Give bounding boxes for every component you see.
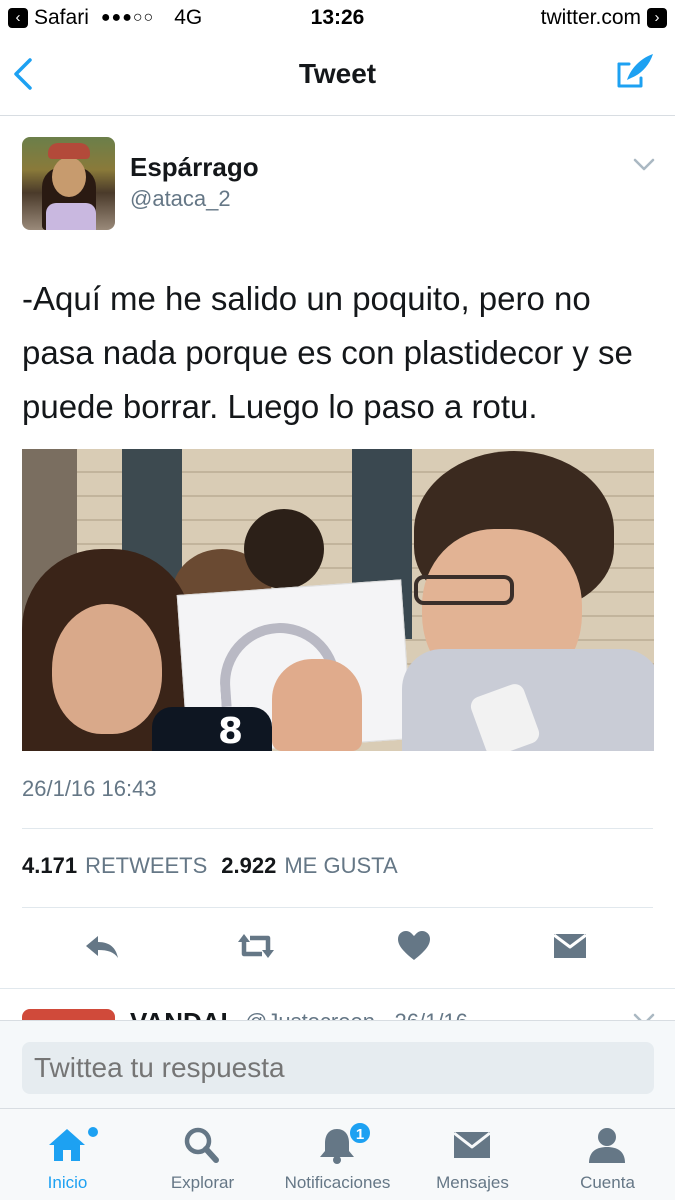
direct-message-icon[interactable] [550, 926, 590, 966]
reply-bar [0, 1020, 675, 1108]
tab-label: Cuenta [580, 1173, 635, 1192]
open-site-icon[interactable]: › [647, 8, 667, 28]
tweet-timestamp: 26/1/16 16:43 [22, 776, 157, 801]
next-tweet-meta: @Justocreen · 26/1/16 [245, 1009, 468, 1020]
photo-woman-face [52, 604, 162, 734]
tab-cuenta[interactable]: Cuenta [540, 1109, 675, 1200]
tweet-photo[interactable]: 8 [22, 449, 654, 751]
retweets-count: 4.171 [22, 853, 78, 878]
tab-label: Mensajes [436, 1173, 509, 1192]
tab-bar: Inicio Explorar 1 Notificaciones Mensaje… [0, 1108, 675, 1200]
reply-icon[interactable] [82, 926, 122, 966]
new-content-dot [88, 1127, 98, 1137]
heart-icon[interactable] [394, 926, 434, 966]
next-tweet-avatar[interactable] [22, 1009, 115, 1020]
retweets-stat[interactable]: 4.171 RETWEETS [22, 853, 207, 879]
avatar-shirt [46, 203, 96, 230]
home-icon [49, 1129, 85, 1161]
status-bar: ‹ Safari ●●●○○ 4G 13:26 twitter.com › [0, 0, 675, 36]
compose-tweet-icon[interactable] [613, 50, 657, 94]
site-label[interactable]: twitter.com [541, 6, 641, 30]
back-chevron-icon[interactable] [10, 54, 40, 94]
author-handle[interactable]: @ataca_2 [130, 186, 231, 212]
tweet-text: -Aquí me he salido un poquito, pero no p… [22, 280, 633, 425]
chevron-down-icon[interactable] [633, 158, 655, 172]
search-icon [184, 1127, 219, 1163]
nav-bar: Tweet [0, 36, 675, 116]
envelope-icon [453, 1131, 491, 1158]
tab-label: Inicio [47, 1173, 88, 1192]
photo-hand [272, 659, 362, 751]
likes-count: 2.922 [221, 853, 277, 878]
person-icon [589, 1128, 625, 1163]
tab-inicio[interactable]: Inicio [0, 1109, 135, 1200]
retweet-icon[interactable] [236, 926, 276, 966]
tab-explorar[interactable]: Explorar [135, 1109, 270, 1200]
avatar-bandana [48, 143, 90, 159]
author-name[interactable]: Espárrago [130, 152, 259, 183]
divider [22, 907, 653, 908]
photo-background-person [244, 509, 324, 589]
chevron-down-icon[interactable] [633, 1013, 655, 1020]
author-avatar[interactable] [22, 137, 115, 230]
tab-label: Explorar [170, 1173, 235, 1192]
likes-label: ME GUSTA [284, 853, 398, 878]
likes-stat[interactable]: 2.922 ME GUSTA [221, 853, 397, 879]
tab-notificaciones[interactable]: 1 Notificaciones [270, 1109, 405, 1200]
divider [22, 828, 653, 829]
avatar-face [52, 157, 86, 197]
next-tweet-preview[interactable]: VANDAL @Justocreen · 26/1/16 [0, 988, 675, 1020]
retweets-label: RETWEETS [85, 853, 208, 878]
photo-microphone [152, 707, 272, 751]
microphone-channel-number: 8 [218, 711, 244, 751]
tab-label: Notificaciones [284, 1173, 391, 1192]
page-title: Tweet [298, 58, 377, 89]
status-right: twitter.com › [541, 6, 667, 30]
tab-mensajes[interactable]: Mensajes [405, 1109, 540, 1200]
notification-badge: 1 [348, 1121, 372, 1145]
next-tweet-author: VANDAL [130, 1007, 236, 1020]
photo-glasses [414, 575, 514, 605]
tweet-actions [0, 920, 675, 972]
reply-input[interactable] [22, 1042, 654, 1094]
tweet-stats: 4.171 RETWEETS 2.922 ME GUSTA [22, 853, 398, 879]
